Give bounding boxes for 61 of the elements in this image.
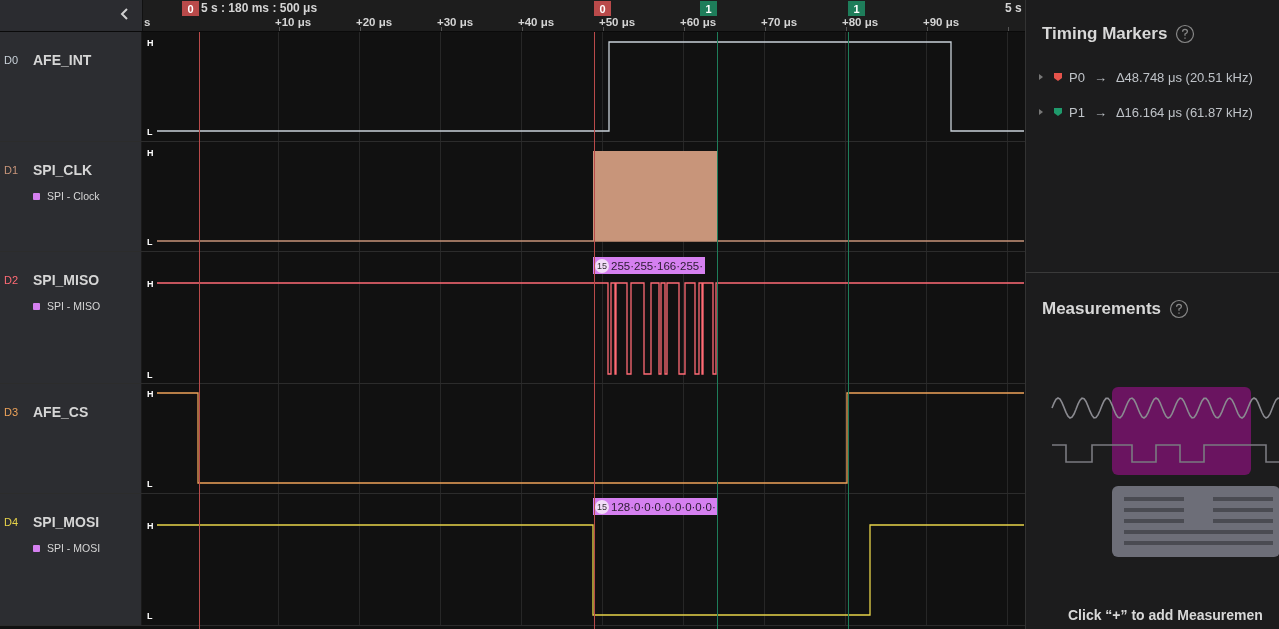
marker-flag[interactable]: 0 [594,1,611,16]
tick-mark [279,26,280,31]
help-icon[interactable] [1176,24,1195,44]
analyzer-label: SPI - Clock [47,190,100,202]
section-title: Measurements [1042,299,1162,319]
tick-label: +50 μs [599,16,636,28]
level-label: H [147,389,154,399]
tick-mark [441,26,442,31]
tick-label: +90 μs [923,16,960,28]
section-title: Timing Markers [1042,24,1168,44]
chevron-left-icon [120,8,128,20]
hint-text: Click “+” to add Measuremen [1067,607,1264,623]
expand-triangle-icon[interactable] [1037,73,1045,81]
level-label: L [147,370,153,380]
time-label: 5 s [1005,1,1022,15]
tick-label: +70 μs [761,16,798,28]
channel-code: D2 [4,274,19,286]
channel-name: AFE_INT [33,52,92,68]
timing-marker-row[interactable]: P0 → Δ48.748 μs (20.51 kHz) [1026,68,1279,86]
tick-label: +40 μs [518,16,555,28]
tick-mark [846,26,847,31]
level-label: L [147,237,153,247]
level-label: L [147,611,153,621]
tick-label: +20 μs [356,16,393,28]
channel-name: SPI_MISO [33,272,100,288]
tick-mark [522,26,523,31]
tick-label: +60 μs [680,16,717,28]
expand-triangle-icon[interactable] [1037,108,1045,116]
channel-code: D1 [4,164,19,176]
channel-name: AFE_CS [33,404,89,420]
tick-mark [684,26,685,31]
channel-code: D4 [4,516,19,528]
channel-name: SPI_CLK [33,162,93,178]
channel-code: D0 [4,54,19,66]
marker-flag[interactable]: 1 [700,1,717,16]
marker-flag[interactable]: 1 [848,1,865,16]
tick-label: +30 μs [437,16,474,28]
timestamp-label: 5 s : 180 ms : 500 μs [201,1,318,15]
level-label: H [147,148,154,158]
level-label: H [147,279,154,289]
analyzer-label: SPI - MOSI [47,542,101,554]
tick-mark [765,26,766,31]
help-icon[interactable] [1169,299,1189,319]
marker-flag[interactable]: 0 [182,1,199,16]
tick-mark [603,26,604,31]
decoded-frame[interactable]: 15 128·0·0·0·0·0·0·0·0· [593,498,718,515]
level-label: H [147,521,154,531]
tick-label: +10 μs [275,16,312,28]
tick-mark [1008,26,1009,31]
channel-code: D3 [4,406,19,418]
decoded-frame[interactable]: 15 255·255·166·255· [593,257,706,274]
analyzer-label: SPI - MISO [47,300,101,312]
level-label: L [147,479,153,489]
level-label: L [147,127,153,137]
channel-name: SPI_MOSI [33,514,100,530]
tick-mark [927,26,928,31]
tick-label: +80 μs [842,16,879,28]
tick-label: s [144,16,151,28]
level-label: H [147,38,154,48]
timing-marker-row[interactable]: P1 → Δ16.164 μs (61.87 kHz) [1026,103,1279,121]
tick-mark [360,26,361,31]
